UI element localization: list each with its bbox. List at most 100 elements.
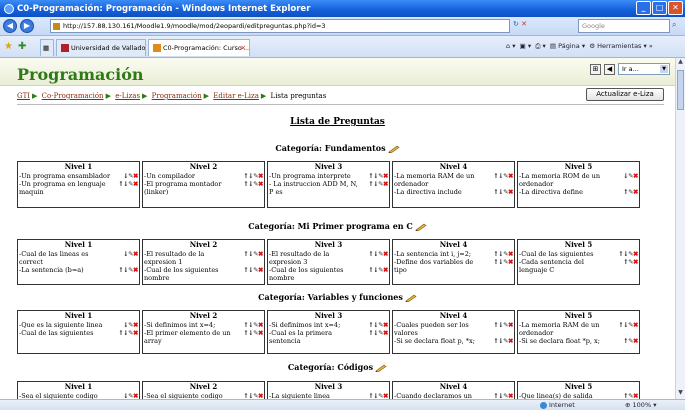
- question-row: -Un programa en lenguaje maquin ↑↓✎✖: [18, 180, 139, 196]
- delete-question-icon[interactable]: ✖: [633, 258, 638, 266]
- level-header: Nivel 5: [564, 382, 593, 391]
- question-row: -La sentencia (b=a) ↑↓✎✖: [18, 266, 139, 274]
- close-window-button[interactable]: ✕: [668, 1, 683, 15]
- question-row: -Cual de los siguientes nombre ↑↓✎✖: [143, 266, 264, 282]
- question-row: -Cual es la primera sentencia ↑↓✎✖: [268, 329, 389, 345]
- home-icon[interactable]: ⌂ ▾: [506, 42, 515, 50]
- breadcrumb-course[interactable]: Co-Programación: [42, 92, 104, 100]
- breadcrumb-programacion[interactable]: Programación: [152, 92, 202, 100]
- delete-question-icon[interactable]: ✖: [508, 188, 513, 196]
- chevron-down-icon: ▼: [660, 65, 668, 73]
- update-eliza-button[interactable]: Actualizar e-Liza: [586, 88, 664, 101]
- edit-category-pencil-icon[interactable]: [405, 294, 417, 302]
- add-favorites-icon[interactable]: ✚: [18, 41, 26, 52]
- delete-question-icon[interactable]: ✖: [633, 337, 638, 345]
- category-title-text: Categoría: Variables y funciones: [258, 292, 403, 302]
- edit-category-pencil-icon[interactable]: [415, 223, 427, 231]
- delete-question-icon[interactable]: ✖: [258, 250, 263, 258]
- level-header: Nivel 1: [64, 240, 93, 249]
- delete-question-icon[interactable]: ✖: [258, 329, 263, 337]
- feeds-icon[interactable]: ▣ ▾: [520, 42, 531, 50]
- delete-question-icon[interactable]: ✖: [133, 172, 138, 180]
- tab-c0-programacion[interactable]: C0-Programación: Curso ... ✕: [148, 39, 250, 56]
- delete-question-icon[interactable]: ✖: [633, 172, 638, 180]
- question-row: -La sentencia int i, j=2; ↑↓✎✖: [393, 250, 514, 258]
- delete-question-icon[interactable]: ✖: [508, 337, 513, 345]
- stop-icon[interactable]: ✕: [521, 20, 527, 28]
- search-icon[interactable]: ⌕: [672, 20, 676, 30]
- edit-category-pencil-icon[interactable]: [388, 145, 400, 153]
- question-actions: ↑↓✎✖: [368, 172, 388, 180]
- question-row: -Si se declara float p, *x; ↑↓✎✖: [393, 337, 514, 345]
- delete-question-icon[interactable]: ✖: [383, 172, 388, 180]
- delete-question-icon[interactable]: ✖: [258, 392, 263, 399]
- refresh-icon[interactable]: ↻: [513, 20, 519, 28]
- minimize-button[interactable]: _: [636, 1, 651, 15]
- question-row: -Cuales pueden ser los valores ↑↓✎✖: [393, 321, 514, 337]
- jump-select[interactable]: Ir a... ▼: [618, 63, 670, 75]
- page-menu[interactable]: ▤ Página ▾: [550, 42, 585, 50]
- url-input[interactable]: http://157.88.130.161/Moodle1.9/moodle/m…: [50, 19, 510, 33]
- question-text: -Cuales pueden ser los valores: [394, 321, 469, 337]
- delete-question-icon[interactable]: ✖: [133, 321, 138, 329]
- delete-question-icon[interactable]: ✖: [508, 172, 513, 180]
- print-icon[interactable]: ⎙ ▾: [535, 42, 546, 50]
- delete-question-icon[interactable]: ✖: [508, 392, 513, 399]
- delete-question-icon[interactable]: ✖: [383, 180, 388, 188]
- delete-question-icon[interactable]: ✖: [258, 266, 263, 274]
- question-text: -Cual es la primera sentencia: [269, 329, 332, 345]
- delete-question-icon[interactable]: ✖: [133, 392, 138, 399]
- back-button[interactable]: ◀: [3, 19, 17, 33]
- vertical-scrollbar[interactable]: ▲ ▼: [675, 58, 685, 399]
- question-actions: ↑↓✎✖: [493, 392, 513, 399]
- delete-question-icon[interactable]: ✖: [133, 250, 138, 258]
- delete-question-icon[interactable]: ✖: [383, 321, 388, 329]
- delete-question-icon[interactable]: ✖: [383, 392, 388, 399]
- quick-tabs-button[interactable]: ▦: [40, 39, 54, 56]
- address-tools: ↻ ✕: [513, 20, 527, 28]
- delete-question-icon[interactable]: ✖: [383, 266, 388, 274]
- question-actions: ↑↓✎✖: [118, 329, 138, 337]
- scroll-down-icon[interactable]: ▼: [676, 389, 685, 399]
- question-text: -Cada sentencia del lenguaje C: [519, 258, 584, 274]
- question-text: -Un programa interprete: [269, 172, 351, 180]
- delete-question-icon[interactable]: ✖: [258, 180, 263, 188]
- delete-question-icon[interactable]: ✖: [133, 329, 138, 337]
- delete-question-icon[interactable]: ✖: [383, 250, 388, 258]
- question-actions: ↑↓✎✖: [243, 392, 263, 399]
- zoom-level[interactable]: ⊕ 100% ▾: [625, 400, 656, 410]
- question-text: -El programa montador (linker): [144, 180, 222, 196]
- delete-question-icon[interactable]: ✖: [133, 180, 138, 188]
- question-actions: ↓✎✖: [123, 172, 138, 180]
- edit-category-pencil-icon[interactable]: [375, 364, 387, 372]
- delete-question-icon[interactable]: ✖: [383, 329, 388, 337]
- question-row: -Sea el siguiente codigo ↓✎✖: [18, 392, 139, 399]
- delete-question-icon[interactable]: ✖: [633, 188, 638, 196]
- grid-icon[interactable]: ⊞: [590, 63, 601, 75]
- scroll-up-icon[interactable]: ▲: [676, 58, 685, 68]
- tab-universidad[interactable]: Universidad de Valladolid: [56, 39, 146, 56]
- question-actions: ↑↓✎✖: [493, 172, 513, 180]
- maximize-button[interactable]: □: [652, 1, 667, 15]
- delete-question-icon[interactable]: ✖: [258, 321, 263, 329]
- breadcrumb-gti[interactable]: GTI: [17, 92, 30, 100]
- forward-button[interactable]: ▶: [20, 19, 34, 33]
- delete-question-icon[interactable]: ✖: [633, 321, 638, 329]
- delete-question-icon[interactable]: ✖: [508, 321, 513, 329]
- delete-question-icon[interactable]: ✖: [258, 172, 263, 180]
- close-tab-icon[interactable]: ✕: [241, 40, 246, 56]
- delete-question-icon[interactable]: ✖: [508, 250, 513, 258]
- search-input[interactable]: Google: [578, 19, 670, 33]
- question-text: -Cual de las siguientes: [519, 250, 594, 258]
- zone-label: Internet: [549, 401, 575, 409]
- scroll-thumb[interactable]: [677, 70, 684, 110]
- delete-question-icon[interactable]: ✖: [633, 392, 638, 399]
- tools-menu[interactable]: ⚙ Herramientas ▾: [589, 42, 647, 50]
- delete-question-icon[interactable]: ✖: [508, 258, 513, 266]
- prev-arrow-icon[interactable]: ◀: [604, 63, 615, 75]
- delete-question-icon[interactable]: ✖: [133, 266, 138, 274]
- delete-question-icon[interactable]: ✖: [633, 250, 638, 258]
- breadcrumb-editar[interactable]: Editar e-Liza: [213, 92, 259, 100]
- favorites-star-icon[interactable]: ★: [4, 41, 13, 52]
- breadcrumb-elizas[interactable]: e-Lizas: [115, 92, 140, 100]
